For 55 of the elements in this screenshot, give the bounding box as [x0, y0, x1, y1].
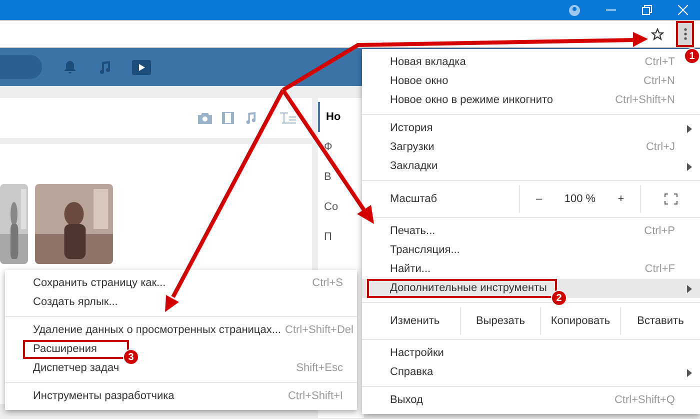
shortcut-text: Ctrl+Shift+N: [615, 93, 675, 108]
menu-button[interactable]: [676, 21, 694, 47]
menu-item[interactable]: Удаление данных о просмотренных страницах...: [33, 324, 282, 336]
shortcut-text: Ctrl+N: [644, 74, 675, 90]
menu-item[interactable]: Новая вкладка: [390, 56, 466, 68]
menu-item[interactable]: Диспетчер задач: [33, 362, 120, 374]
menu-item[interactable]: Инструменты разработчика: [33, 390, 174, 402]
film-icon[interactable]: [222, 112, 234, 124]
side-tab[interactable]: В: [318, 162, 364, 192]
side-tab[interactable]: П: [318, 222, 364, 252]
shortcut-text: Ctrl+S: [312, 276, 343, 292]
menu-item[interactable]: История: [390, 122, 433, 134]
side-tab[interactable]: Ф: [318, 132, 364, 162]
edit-button[interactable]: Вставить: [620, 307, 700, 335]
shortcut-text: Ctrl+Shift+I: [288, 389, 343, 404]
menu-item[interactable]: Выход: [390, 394, 423, 406]
zoom-in-button[interactable]: +: [602, 190, 640, 208]
video-icon[interactable]: [132, 60, 151, 74]
zoom-level: 100 %: [563, 192, 597, 207]
callout-badge: 2: [551, 290, 567, 306]
star-icon[interactable]: [651, 28, 664, 40]
menu-item[interactable]: Новое окно в режиме инкогнито: [390, 94, 554, 106]
fullscreen-icon[interactable]: [664, 193, 678, 205]
menu-item[interactable]: Создать ярлык...: [33, 296, 118, 308]
camera-icon[interactable]: [198, 112, 212, 124]
menu-item[interactable]: Трансляция...: [390, 244, 460, 256]
shortcut-text: Shift+Esc: [296, 361, 343, 376]
menu-item[interactable]: Печать...: [390, 225, 436, 238]
menu-item[interactable]: Новое окно: [390, 75, 448, 88]
shortcut-text: Ctrl+J: [646, 140, 675, 156]
menu-item[interactable]: Настройки: [390, 347, 444, 360]
menu-item[interactable]: Найти...: [390, 263, 431, 276]
user-icon[interactable]: [569, 4, 580, 16]
menu-item[interactable]: Расширения: [33, 343, 97, 356]
bell-icon[interactable]: [64, 60, 76, 74]
shortcut-text: Ctrl+F: [644, 262, 675, 278]
text-format-icon[interactable]: [280, 112, 296, 124]
shortcut-text: Ctrl+Shift+Q: [614, 393, 675, 408]
shortcut-text: Ctrl+P: [644, 224, 675, 240]
side-tab[interactable]: Со: [318, 192, 364, 222]
restore-icon[interactable]: [642, 5, 652, 15]
edit-button[interactable]: Вырезать: [460, 307, 540, 335]
menu-item[interactable]: Сохранить страницу как...: [33, 277, 166, 290]
menu-item[interactable]: Загрузки: [390, 141, 434, 154]
shortcut-text: Ctrl+T: [644, 55, 675, 70]
music-icon[interactable]: [244, 112, 256, 124]
callout-badge: 3: [123, 349, 139, 365]
shortcut-text: Ctrl+Shift+Del: [285, 323, 354, 338]
more-icon: [684, 28, 686, 40]
zoom-out-button[interactable]: –: [520, 190, 558, 208]
edit-button[interactable]: Копировать: [540, 307, 620, 335]
menu-item[interactable]: Справка: [390, 366, 434, 378]
close-icon[interactable]: [678, 5, 688, 15]
music-icon[interactable]: [98, 60, 110, 74]
menu-item[interactable]: Закладки: [390, 160, 438, 172]
